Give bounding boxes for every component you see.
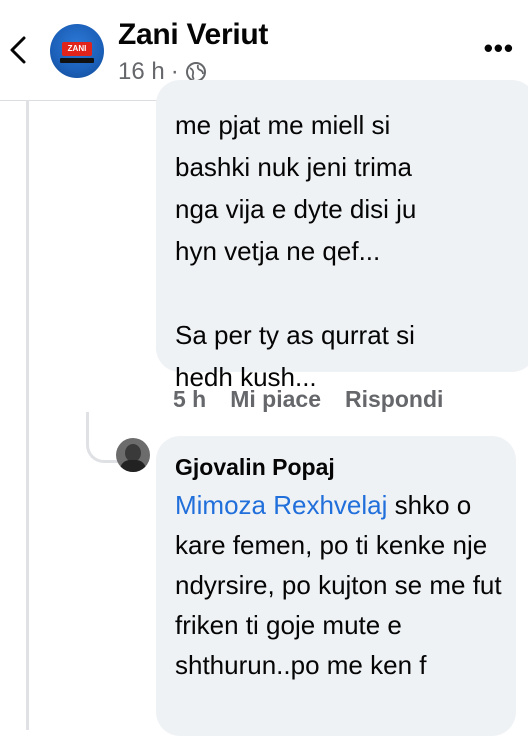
reply-connector — [86, 412, 119, 463]
reply-button[interactable]: Rispondi — [345, 386, 443, 413]
avatar[interactable] — [116, 438, 150, 472]
page-title[interactable]: Zani Veriut — [118, 18, 268, 52]
avatar-badge: ZANI — [62, 42, 92, 56]
post-time[interactable]: 16 h — [118, 58, 165, 86]
avatar-body — [120, 460, 146, 472]
like-button[interactable]: Mi piace — [230, 386, 321, 413]
avatar-strip — [60, 58, 94, 63]
mention-link[interactable]: Mimoza Rexhvelaj — [175, 490, 387, 520]
thread-line — [26, 100, 29, 730]
more-options-button[interactable]: ••• — [484, 35, 514, 61]
comment-text: me pjat me miell si bashki nuk jeni trim… — [175, 110, 417, 392]
back-button[interactable] — [6, 30, 30, 70]
comment-actions: 5 h Mi piace Rispondi — [173, 386, 467, 413]
comment-time[interactable]: 5 h — [173, 386, 206, 413]
reply-author[interactable]: Gjovalin Popaj — [175, 454, 335, 481]
page-avatar[interactable]: ZANI — [50, 24, 104, 78]
reply-text: Mimoza Rexhvelaj shko o kare femen, po t… — [175, 485, 510, 685]
